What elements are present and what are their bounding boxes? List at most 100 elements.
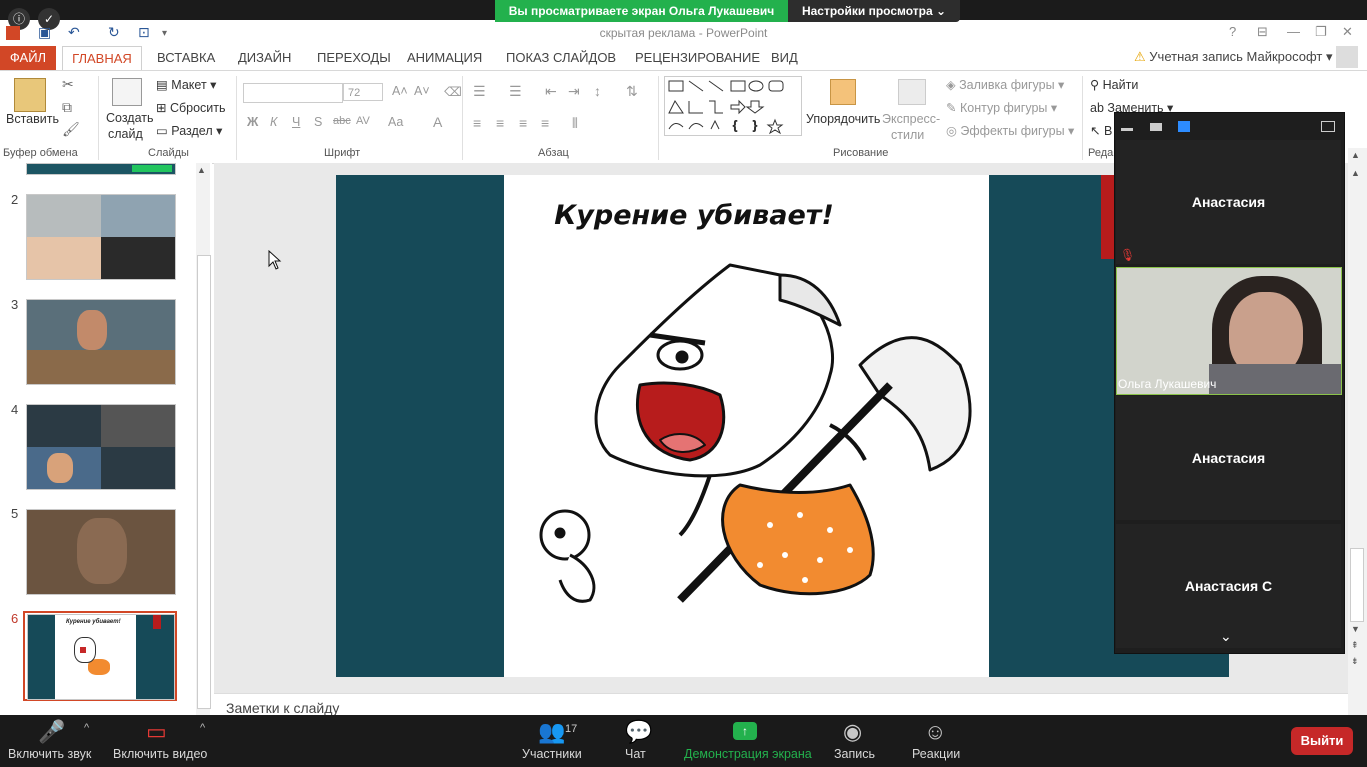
strikethrough-button[interactable]: abc [333, 115, 351, 127]
shape-effects-button[interactable]: ◎ Эффекты фигуры ▾ [946, 123, 1074, 138]
slide-thumbnail[interactable] [26, 194, 176, 280]
font-color-button[interactable]: A [433, 114, 442, 130]
format-painter-icon[interactable]: 🖌 [62, 121, 80, 138]
audio-options-chevron-icon[interactable]: ^ [84, 722, 89, 734]
paste-icon[interactable] [14, 78, 46, 112]
cut-icon[interactable]: ✂ [62, 76, 74, 93]
slide-thumbnail-selected[interactable]: Курение убивает! [27, 614, 175, 700]
shadow-button[interactable]: S [314, 115, 322, 129]
muted-mic-icon[interactable]: 🎤 [38, 719, 65, 745]
speaker-video-tile[interactable] [1116, 267, 1342, 395]
active-speaker-view-icon[interactable] [1150, 123, 1162, 131]
shapes-gallery[interactable]: {} [664, 76, 802, 136]
expand-panel-icon[interactable] [1321, 121, 1335, 132]
align-right-icon[interactable]: ≡ [519, 115, 527, 131]
thumbnail-scroll-thumb[interactable] [197, 255, 211, 709]
bold-button[interactable]: Ж [247, 115, 258, 129]
align-center-icon[interactable]: ≡ [496, 115, 504, 131]
tab-home[interactable]: ГЛАВНАЯ [62, 46, 142, 71]
bullets-icon[interactable]: ☰ [473, 83, 486, 100]
next-slide-icon[interactable]: ⇟ [1351, 656, 1359, 667]
close-icon[interactable]: ✕ [1342, 24, 1353, 40]
text-direction-icon[interactable]: ⇅ [626, 83, 638, 100]
chat-button[interactable]: Чат [625, 747, 646, 761]
columns-icon[interactable]: ⫴ [572, 115, 578, 132]
font-size-combo[interactable]: 72 [343, 83, 383, 101]
slide-thumbnail[interactable] [26, 404, 176, 490]
tab-slideshow[interactable]: ПОКАЗ СЛАЙДОВ [506, 50, 616, 65]
cigarette-cartoon-image[interactable] [530, 255, 990, 615]
tab-design[interactable]: ДИЗАЙН [238, 50, 291, 65]
view-settings-button[interactable]: Настройки просмотра ⌄ [788, 0, 960, 22]
tab-insert[interactable]: ВСТАВКА [157, 50, 215, 65]
shape-outline-button[interactable]: ✎ Контур фигуры ▾ [946, 100, 1057, 115]
participants-icon[interactable]: 👥 [538, 719, 565, 745]
previous-slide-icon[interactable]: ⇞ [1351, 640, 1359, 651]
video-options-chevron-icon[interactable]: ^ [200, 722, 205, 734]
participant-tile[interactable]: Анастасия [1116, 140, 1341, 264]
shape-fill-button[interactable]: ◈ Заливка фигуры ▾ [946, 77, 1064, 92]
notes-pane[interactable] [214, 693, 1348, 716]
quick-styles-label-2[interactable]: стили [891, 128, 924, 142]
change-case-button[interactable]: Aa [388, 115, 403, 129]
record-button[interactable]: Запись [834, 747, 875, 761]
font-name-combo[interactable] [243, 83, 343, 103]
underline-button[interactable]: Ч [292, 115, 300, 129]
arrange-button[interactable]: Упорядочить [806, 112, 880, 126]
clear-format-icon[interactable]: ⌫ [444, 84, 462, 99]
participant-tile[interactable]: Анастасия [1116, 396, 1341, 520]
scroll-up-icon[interactable]: ▲ [1351, 168, 1360, 178]
tab-animation[interactable]: АНИМАЦИЯ [407, 50, 482, 65]
editor-scroll-thumb[interactable] [1350, 548, 1364, 622]
tab-review[interactable]: РЕЦЕНЗИРОВАНИЕ [635, 50, 760, 65]
layout-button[interactable]: ▤ Макет ▾ [156, 77, 216, 92]
increase-indent-icon[interactable]: ⇥ [568, 83, 580, 100]
scroll-down-icon[interactable]: ▼ [1351, 624, 1360, 634]
unmute-button[interactable]: Включить звук [8, 747, 91, 761]
tab-file[interactable]: ФАЙЛ [0, 46, 56, 70]
grow-font-icon[interactable]: A˄ [392, 84, 408, 98]
reactions-button[interactable]: Реакции [912, 747, 960, 761]
leave-meeting-button[interactable]: Выйти [1291, 727, 1353, 755]
avatar[interactable] [1336, 46, 1358, 68]
share-screen-icon[interactable]: ↑ [733, 722, 757, 740]
tab-view[interactable]: ВИД [771, 50, 798, 65]
new-slide-icon[interactable] [112, 78, 142, 106]
help-button[interactable]: ? [1229, 24, 1236, 39]
restore-icon[interactable]: ❐ [1315, 24, 1327, 40]
shrink-font-icon[interactable]: A˅ [414, 84, 430, 98]
justify-icon[interactable]: ≡ [541, 115, 549, 131]
arrange-icon[interactable] [830, 79, 856, 105]
start-video-button[interactable]: Включить видео [113, 747, 207, 761]
account-menu[interactable]: ⚠ Учетная запись Майкрософт ▾ [1134, 49, 1333, 65]
reactions-icon[interactable]: ☺ [924, 719, 946, 745]
chevron-down-icon[interactable]: ⌄ [1220, 628, 1232, 645]
collapse-ribbon-icon[interactable]: ▲ [1351, 150, 1360, 160]
char-spacing-button[interactable]: AV [356, 115, 370, 127]
italic-button[interactable]: К [270, 115, 277, 129]
section-button[interactable]: ▭ Раздел ▾ [156, 123, 222, 138]
chat-icon[interactable]: 💬 [625, 719, 652, 745]
quick-styles-icon[interactable] [898, 79, 926, 105]
new-slide-label-1[interactable]: Создать [106, 111, 154, 125]
select-button[interactable]: ↖ В [1090, 123, 1112, 138]
participants-button[interactable]: Участники [522, 747, 582, 761]
slide-title[interactable]: Курение убивает! [504, 200, 884, 231]
share-screen-button[interactable]: Демонстрация экрана [684, 747, 812, 761]
line-spacing-icon[interactable]: ↕ [594, 83, 601, 99]
reset-button[interactable]: ⊞ Сбросить [156, 100, 226, 115]
tab-transitions[interactable]: ПЕРЕХОДЫ [317, 50, 391, 65]
minimize-icon[interactable]: — [1287, 24, 1300, 39]
slide-thumbnail[interactable] [26, 299, 176, 385]
new-slide-label-2[interactable]: слайд [108, 127, 143, 141]
copy-icon[interactable]: ⧉ [62, 99, 72, 116]
minimize-panel-icon[interactable] [1121, 128, 1133, 131]
record-icon[interactable]: ◉ [843, 719, 862, 745]
gallery-view-icon[interactable] [1178, 121, 1190, 132]
decrease-indent-icon[interactable]: ⇤ [545, 83, 557, 100]
video-off-icon[interactable]: ▭ [146, 719, 167, 745]
numbering-icon[interactable]: ☰ [509, 83, 522, 100]
scroll-up-icon[interactable]: ▲ [197, 165, 206, 175]
align-left-icon[interactable]: ≡ [473, 115, 481, 131]
find-button[interactable]: ⚲ Найти [1090, 77, 1138, 92]
